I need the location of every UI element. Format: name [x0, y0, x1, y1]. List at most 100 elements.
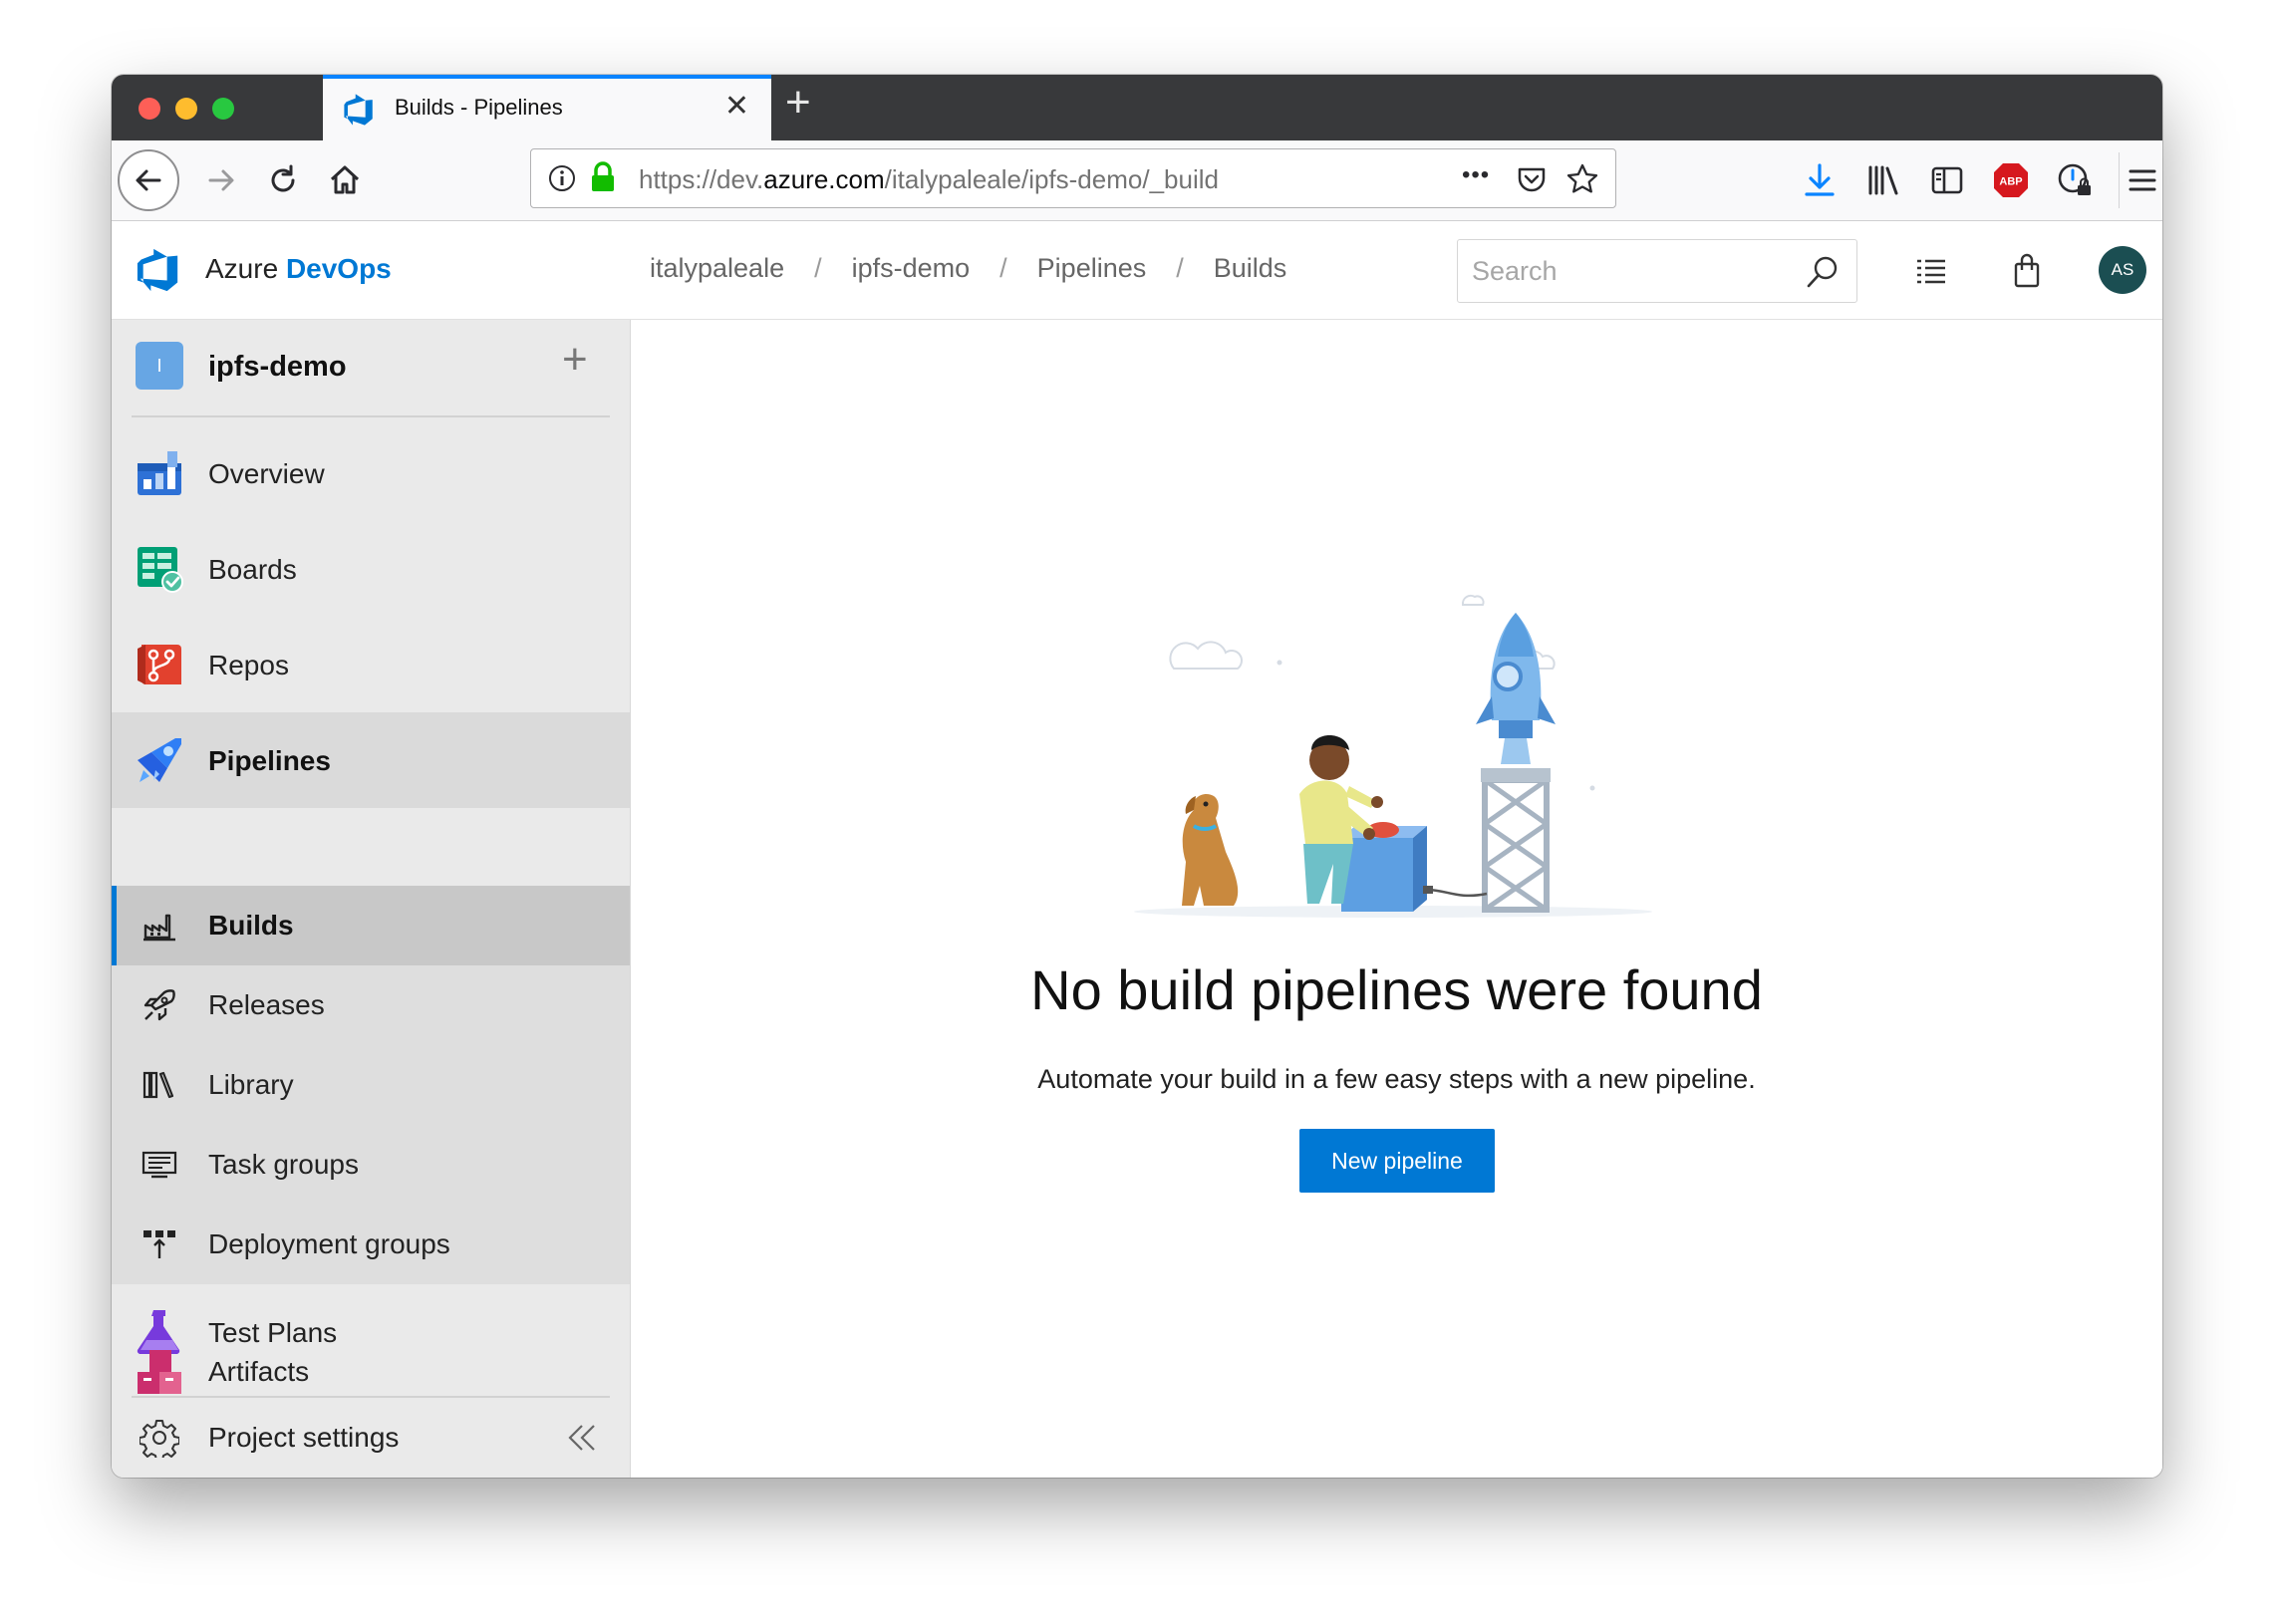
- info-icon[interactable]: [547, 163, 577, 193]
- reload-button[interactable]: [261, 158, 305, 202]
- azure-devops-favicon-icon: [344, 94, 373, 126]
- add-icon[interactable]: +: [562, 338, 588, 382]
- list-icon: [1917, 259, 1945, 284]
- sidebar-subitem-label: Builds: [208, 910, 294, 941]
- project-settings-button[interactable]: Project settings: [112, 1398, 630, 1478]
- search-box: [1457, 239, 1857, 303]
- overview-icon: [138, 451, 181, 495]
- work-items-button[interactable]: [1911, 251, 1951, 291]
- sidebar-subitem-library[interactable]: Library: [112, 1045, 630, 1125]
- project-header[interactable]: I ipfs-demo +: [112, 320, 630, 415]
- sidebar-item-overview[interactable]: Overview: [112, 425, 630, 521]
- boards-icon: [138, 547, 183, 593]
- new-tab-button[interactable]: +: [785, 81, 811, 125]
- tab-bar: Builds - Pipelines ✕ +: [112, 75, 2162, 140]
- pipelines-submenu: Builds Releases Library Task groups Depl…: [112, 886, 630, 1284]
- password-lock-icon: [2058, 163, 2091, 195]
- project-name: ipfs-demo: [208, 351, 347, 383]
- sidebar-subitem-label: Library: [208, 1069, 294, 1100]
- page-actions-button[interactable]: •••: [1462, 161, 1490, 189]
- home-button[interactable]: [323, 158, 367, 202]
- breadcrumb-project[interactable]: ipfs-demo: [852, 253, 971, 284]
- downloads-button[interactable]: [1798, 158, 1842, 202]
- empty-state-title: No build pipelines were found: [1030, 958, 1763, 1021]
- sidebar-item-repos[interactable]: Repos: [112, 617, 630, 712]
- url-bar[interactable]: https://dev.azure.com/italypaleale/ipfs-…: [530, 148, 1616, 208]
- sidebar-item-label: Pipelines: [208, 745, 331, 776]
- minimize-window-button[interactable]: [175, 98, 197, 120]
- app-menu-button[interactable]: [2121, 158, 2162, 202]
- project-sidebar: I ipfs-demo + Overview Boards Repos Pipe…: [112, 320, 631, 1478]
- sidebar-item-pipelines[interactable]: Pipelines: [112, 712, 630, 808]
- sidebar-divider: [132, 415, 610, 417]
- artifacts-icon: [138, 1350, 181, 1394]
- bookmark-star-icon[interactable]: [1565, 162, 1599, 196]
- back-button[interactable]: [118, 149, 179, 211]
- sidebar-subitem-releases[interactable]: Releases: [112, 965, 630, 1045]
- breadcrumb-organization[interactable]: italypaleale: [650, 253, 784, 284]
- download-icon: [1805, 163, 1835, 196]
- azure-devops-logo-icon[interactable]: [136, 247, 181, 293]
- toolbar-separator: [2119, 152, 2120, 208]
- breadcrumb-separator: /: [999, 253, 1007, 283]
- pipelines-icon: [138, 738, 181, 782]
- gear-icon: [140, 1420, 179, 1458]
- breadcrumb: italypaleale / ipfs-demo / Pipelines / B…: [650, 253, 1286, 284]
- shopping-bag-icon: [2014, 253, 2040, 288]
- browser-tab-builds[interactable]: Builds - Pipelines ✕: [323, 75, 771, 140]
- library-icon: [142, 1071, 174, 1099]
- password-manager-button[interactable]: [2053, 158, 2097, 202]
- brand-prefix: Azure: [205, 253, 286, 284]
- sidebar-subitem-label: Releases: [208, 989, 325, 1020]
- home-icon: [330, 165, 360, 194]
- search-input[interactable]: [1458, 240, 1787, 302]
- sidebar-subitem-deployment-groups[interactable]: Deployment groups: [112, 1205, 630, 1284]
- sidebar-item-label: Repos: [208, 650, 289, 680]
- library-button[interactable]: [1861, 158, 1905, 202]
- releases-icon: [143, 989, 175, 1021]
- abp-label: ABP: [1999, 176, 2022, 188]
- sidebar-icon: [1931, 166, 1963, 194]
- forward-button[interactable]: [199, 158, 243, 202]
- builds-icon: [143, 914, 175, 942]
- navigation-toolbar: https://dev.azure.com/italypaleale/ipfs-…: [112, 140, 2162, 221]
- lock-icon[interactable]: [589, 161, 617, 193]
- arrow-right-icon: [208, 169, 234, 191]
- hamburger-menu-icon: [2129, 169, 2156, 191]
- zoom-window-button[interactable]: [212, 98, 234, 120]
- url-text[interactable]: https://dev.azure.com/italypaleale/ipfs-…: [639, 164, 1219, 195]
- search-icon[interactable]: [1805, 254, 1841, 290]
- breadcrumb-separator: /: [1176, 253, 1184, 283]
- new-pipeline-button[interactable]: New pipeline: [1299, 1129, 1495, 1193]
- user-avatar[interactable]: AS: [2099, 246, 2146, 294]
- sidebar-subitem-task-groups[interactable]: Task groups: [112, 1125, 630, 1205]
- close-window-button[interactable]: [139, 98, 160, 120]
- brand-highlight: DevOps: [285, 253, 392, 284]
- rocket-launch-illustration: [1134, 594, 1652, 918]
- brand-title[interactable]: Azure DevOps: [205, 253, 392, 285]
- library-icon: [1868, 165, 1898, 195]
- marketplace-button[interactable]: [2007, 251, 2047, 291]
- tab-title: Builds - Pipelines: [395, 95, 563, 120]
- devops-header: Azure DevOps italypaleale / ipfs-demo / …: [112, 221, 2162, 320]
- tab-close-icon[interactable]: ✕: [724, 92, 749, 122]
- sidebar-toggle-button[interactable]: [1925, 158, 1969, 202]
- breadcrumb-pipelines[interactable]: Pipelines: [1037, 253, 1147, 284]
- sidebar-item-test-plans[interactable]: Test Plans: [112, 1284, 630, 1380]
- sidebar-item-boards[interactable]: Boards: [112, 521, 630, 617]
- url-host: azure.com: [763, 164, 885, 194]
- reload-icon: [271, 164, 295, 192]
- deployment-groups-icon: [143, 1230, 175, 1258]
- pocket-icon[interactable]: [1516, 163, 1548, 195]
- sidebar-item-label: Artifacts: [208, 1356, 310, 1387]
- project-badge: I: [136, 342, 183, 390]
- url-prefix: https://dev.: [639, 164, 764, 194]
- sidebar-subitem-builds[interactable]: Builds: [112, 886, 630, 965]
- sidebar-item-label: Overview: [208, 458, 325, 489]
- sidebar-subitem-label: Deployment groups: [208, 1228, 450, 1259]
- empty-state-description: Automate your build in a few easy steps …: [1037, 1064, 1756, 1094]
- collapse-sidebar-icon[interactable]: [562, 1418, 602, 1458]
- breadcrumb-builds[interactable]: Builds: [1214, 253, 1287, 284]
- adblock-plus-button[interactable]: ABP: [1989, 158, 2033, 202]
- project-settings-label: Project settings: [208, 1422, 400, 1453]
